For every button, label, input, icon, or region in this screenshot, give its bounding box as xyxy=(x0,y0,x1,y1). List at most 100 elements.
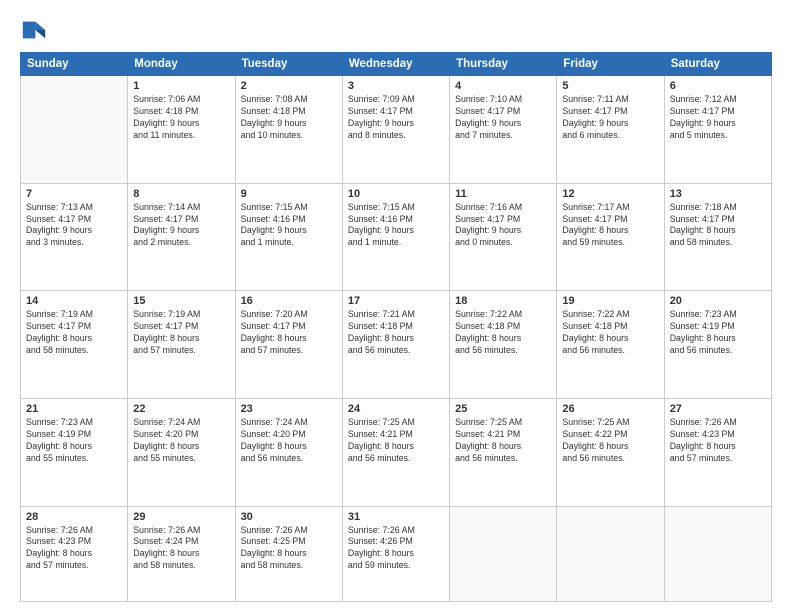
day-info: Sunrise: 7:22 AM Sunset: 4:18 PM Dayligh… xyxy=(562,309,658,357)
day-number: 3 xyxy=(348,80,444,92)
day-info: Sunrise: 7:16 AM Sunset: 4:17 PM Dayligh… xyxy=(455,202,551,250)
day-number: 10 xyxy=(348,188,444,200)
day-info: Sunrise: 7:12 AM Sunset: 4:17 PM Dayligh… xyxy=(670,94,766,142)
day-info: Sunrise: 7:11 AM Sunset: 4:17 PM Dayligh… xyxy=(562,94,658,142)
calendar-cell xyxy=(21,76,128,184)
day-number: 25 xyxy=(455,403,551,415)
day-number: 1 xyxy=(133,80,229,92)
day-number: 14 xyxy=(26,295,122,307)
day-info: Sunrise: 7:19 AM Sunset: 4:17 PM Dayligh… xyxy=(26,309,122,357)
calendar-cell: 5 Sunrise: 7:11 AM Sunset: 4:17 PM Daylig… xyxy=(557,76,664,184)
day-info: Sunrise: 7:06 AM Sunset: 4:18 PM Dayligh… xyxy=(133,94,229,142)
day-number: 5 xyxy=(562,80,658,92)
weekday-saturday: Saturday xyxy=(664,53,771,76)
day-info: Sunrise: 7:21 AM Sunset: 4:18 PM Dayligh… xyxy=(348,309,444,357)
day-info: Sunrise: 7:25 AM Sunset: 4:21 PM Dayligh… xyxy=(348,417,444,465)
weekday-monday: Monday xyxy=(128,53,235,76)
day-number: 9 xyxy=(241,188,337,200)
day-info: Sunrise: 7:09 AM Sunset: 4:17 PM Dayligh… xyxy=(348,94,444,142)
calendar-cell: 9 Sunrise: 7:15 AM Sunset: 4:16 PM Daylig… xyxy=(235,183,342,291)
calendar-cell: 2Sunrise: 7:08 AM Sunset: 4:18 PM Daylig… xyxy=(235,76,342,184)
calendar-cell: 19 Sunrise: 7:22 AM Sunset: 4:18 PM Dayli… xyxy=(557,291,664,399)
week-row-4: 21 Sunrise: 7:23 AM Sunset: 4:19 PM Dayli… xyxy=(21,398,772,506)
day-info: Sunrise: 7:17 AM Sunset: 4:17 PM Dayligh… xyxy=(562,202,658,250)
day-info: Sunrise: 7:24 AM Sunset: 4:20 PM Dayligh… xyxy=(241,417,337,465)
day-number: 31 xyxy=(348,511,444,523)
calendar-cell: 11 Sunrise: 7:16 AM Sunset: 4:17 PM Dayli… xyxy=(450,183,557,291)
calendar-cell: 31 Sunrise: 7:26 AM Sunset: 4:26 PM Dayli… xyxy=(342,506,449,601)
day-number: 30 xyxy=(241,511,337,523)
day-number: 8 xyxy=(133,188,229,200)
day-number: 28 xyxy=(26,511,122,523)
calendar-cell: 4 Sunrise: 7:10 AM Sunset: 4:17 PM Daylig… xyxy=(450,76,557,184)
day-info: Sunrise: 7:26 AM Sunset: 4:25 PM Dayligh… xyxy=(241,525,337,573)
calendar-cell: 3 Sunrise: 7:09 AM Sunset: 4:17 PM Daylig… xyxy=(342,76,449,184)
day-info: Sunrise: 7:15 AM Sunset: 4:16 PM Dayligh… xyxy=(348,202,444,250)
day-info: Sunrise: 7:20 AM Sunset: 4:17 PM Dayligh… xyxy=(241,309,337,357)
day-info: Sunrise: 7:19 AM Sunset: 4:17 PM Dayligh… xyxy=(133,309,229,357)
day-number: 19 xyxy=(562,295,658,307)
day-info: Sunrise: 7:08 AM Sunset: 4:18 PM Dayligh… xyxy=(241,94,337,142)
calendar-cell: 7 Sunrise: 7:13 AM Sunset: 4:17 PM Daylig… xyxy=(21,183,128,291)
day-number: 16 xyxy=(241,295,337,307)
day-number: 20 xyxy=(670,295,766,307)
day-info: Sunrise: 7:13 AM Sunset: 4:17 PM Dayligh… xyxy=(26,202,122,250)
day-number: 26 xyxy=(562,403,658,415)
day-info: Sunrise: 7:25 AM Sunset: 4:22 PM Dayligh… xyxy=(562,417,658,465)
day-info: Sunrise: 7:15 AM Sunset: 4:16 PM Dayligh… xyxy=(241,202,337,250)
day-info: Sunrise: 7:26 AM Sunset: 4:23 PM Dayligh… xyxy=(670,417,766,465)
day-number: 7 xyxy=(26,188,122,200)
day-number: 11 xyxy=(455,188,551,200)
day-info: Sunrise: 7:14 AM Sunset: 4:17 PM Dayligh… xyxy=(133,202,229,250)
logo xyxy=(20,16,52,44)
weekday-thursday: Thursday xyxy=(450,53,557,76)
day-info: Sunrise: 7:22 AM Sunset: 4:18 PM Dayligh… xyxy=(455,309,551,357)
calendar-cell: 21 Sunrise: 7:23 AM Sunset: 4:19 PM Dayli… xyxy=(21,398,128,506)
page: SundayMondayTuesdayWednesdayThursdayFrid… xyxy=(0,0,792,612)
calendar-cell: 1 Sunrise: 7:06 AM Sunset: 4:18 PM Daylig… xyxy=(128,76,235,184)
day-number: 23 xyxy=(241,403,337,415)
calendar-cell: 30 Sunrise: 7:26 AM Sunset: 4:25 PM Dayli… xyxy=(235,506,342,601)
day-number: 18 xyxy=(455,295,551,307)
day-info: Sunrise: 7:10 AM Sunset: 4:17 PM Dayligh… xyxy=(455,94,551,142)
week-row-2: 7 Sunrise: 7:13 AM Sunset: 4:17 PM Daylig… xyxy=(21,183,772,291)
day-number: 17 xyxy=(348,295,444,307)
week-row-3: 14 Sunrise: 7:19 AM Sunset: 4:17 PM Dayli… xyxy=(21,291,772,399)
day-number: 29 xyxy=(133,511,229,523)
day-number: 21 xyxy=(26,403,122,415)
day-info: Sunrise: 7:26 AM Sunset: 4:26 PM Dayligh… xyxy=(348,525,444,573)
day-number: 6 xyxy=(670,80,766,92)
calendar-cell: 15 Sunrise: 7:19 AM Sunset: 4:17 PM Dayli… xyxy=(128,291,235,399)
calendar-cell: 29 Sunrise: 7:26 AM Sunset: 4:24 PM Dayli… xyxy=(128,506,235,601)
day-info: Sunrise: 7:24 AM Sunset: 4:20 PM Dayligh… xyxy=(133,417,229,465)
day-number: 4 xyxy=(455,80,551,92)
calendar-cell xyxy=(664,506,771,601)
day-info: Sunrise: 7:23 AM Sunset: 4:19 PM Dayligh… xyxy=(26,417,122,465)
weekday-friday: Friday xyxy=(557,53,664,76)
day-number: 13 xyxy=(670,188,766,200)
week-row-5: 28 Sunrise: 7:26 AM Sunset: 4:23 PM Dayli… xyxy=(21,506,772,601)
calendar-cell: 8 Sunrise: 7:14 AM Sunset: 4:17 PM Daylig… xyxy=(128,183,235,291)
calendar-cell xyxy=(557,506,664,601)
day-number: 15 xyxy=(133,295,229,307)
logo-icon xyxy=(20,16,48,44)
calendar-cell: 22 Sunrise: 7:24 AM Sunset: 4:20 PM Dayli… xyxy=(128,398,235,506)
weekday-header-row: SundayMondayTuesdayWednesdayThursdayFrid… xyxy=(21,53,772,76)
calendar-cell: 13Sunrise: 7:18 AM Sunset: 4:17 PM Dayli… xyxy=(664,183,771,291)
calendar-cell: 27 Sunrise: 7:26 AM Sunset: 4:23 PM Dayli… xyxy=(664,398,771,506)
calendar-cell: 25 Sunrise: 7:25 AM Sunset: 4:21 PM Dayli… xyxy=(450,398,557,506)
calendar-cell: 17 Sunrise: 7:21 AM Sunset: 4:18 PM Dayli… xyxy=(342,291,449,399)
day-number: 12 xyxy=(562,188,658,200)
calendar-cell: 28 Sunrise: 7:26 AM Sunset: 4:23 PM Dayli… xyxy=(21,506,128,601)
calendar-cell: 20Sunrise: 7:23 AM Sunset: 4:19 PM Dayli… xyxy=(664,291,771,399)
calendar-cell: 16 Sunrise: 7:20 AM Sunset: 4:17 PM Dayli… xyxy=(235,291,342,399)
day-number: 22 xyxy=(133,403,229,415)
calendar-cell: 26 Sunrise: 7:25 AM Sunset: 4:22 PM Dayli… xyxy=(557,398,664,506)
day-number: 24 xyxy=(348,403,444,415)
day-number: 27 xyxy=(670,403,766,415)
weekday-sunday: Sunday xyxy=(21,53,128,76)
day-info: Sunrise: 7:26 AM Sunset: 4:24 PM Dayligh… xyxy=(133,525,229,573)
calendar-cell: 23 Sunrise: 7:24 AM Sunset: 4:20 PM Dayli… xyxy=(235,398,342,506)
day-info: Sunrise: 7:26 AM Sunset: 4:23 PM Dayligh… xyxy=(26,525,122,573)
day-info: Sunrise: 7:25 AM Sunset: 4:21 PM Dayligh… xyxy=(455,417,551,465)
